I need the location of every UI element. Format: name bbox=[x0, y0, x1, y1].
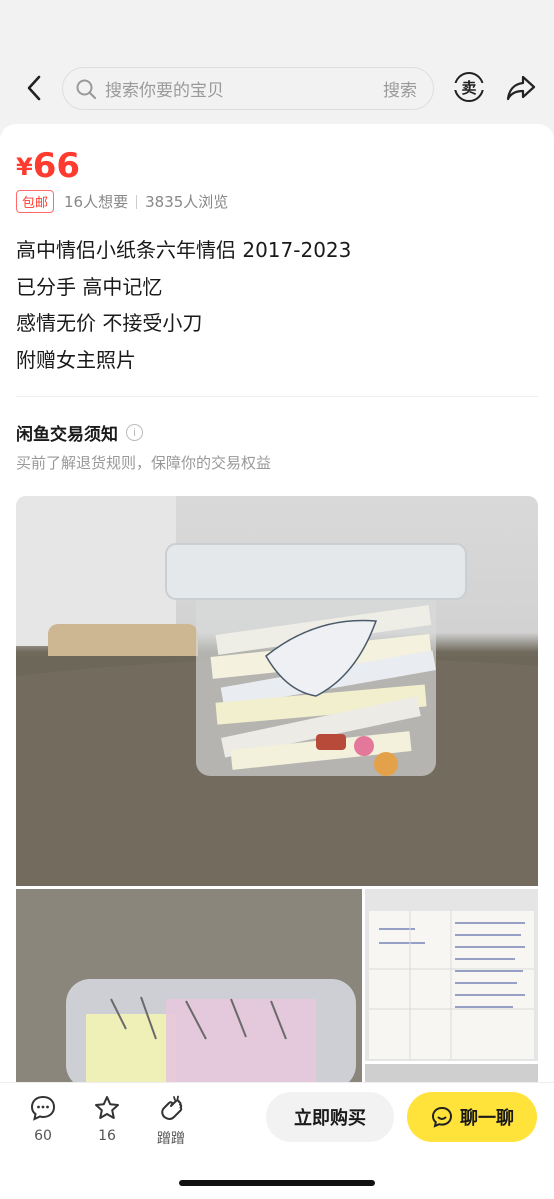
price: ¥66 bbox=[16, 146, 80, 186]
free-shipping-badge: 包邮 bbox=[16, 190, 55, 213]
product-meta: 包邮 16人想要 3835人浏览 bbox=[16, 190, 228, 213]
chevron-left-icon bbox=[27, 75, 41, 101]
description-line: 已分手 高中记忆 bbox=[16, 274, 163, 299]
description-line: 附赠女主照片 bbox=[16, 347, 136, 372]
trade-notice-subtitle: 买前了解退货规则，保障你的交易权益 bbox=[16, 454, 272, 472]
chat-button[interactable]: 聊一聊 bbox=[407, 1092, 537, 1142]
info-icon[interactable]: i bbox=[126, 424, 143, 441]
top-bar: 搜索你要的宝贝 搜索 卖 bbox=[0, 0, 554, 122]
search-icon bbox=[76, 79, 97, 99]
back-button[interactable] bbox=[20, 72, 48, 104]
share-arrow-icon bbox=[506, 75, 536, 101]
description-line: 感情无价 不接受小刀 bbox=[16, 311, 203, 335]
currency-symbol: ¥ bbox=[16, 153, 33, 181]
search-button[interactable]: 搜索 bbox=[383, 76, 417, 101]
search-input[interactable]: 搜索你要的宝贝 bbox=[105, 76, 383, 101]
description-line: 高中情侣小纸条六年情侣 2017-2023 bbox=[16, 238, 352, 262]
trade-notice-label: 闲鱼交易须知 bbox=[16, 425, 118, 445]
wants-count: 16人想要 bbox=[64, 193, 129, 211]
comment-bubble-icon bbox=[30, 1095, 56, 1121]
product-description: 高中情侣小纸条六年情侣 2017-2023 已分手 高中记忆 感情无价 不接受小… bbox=[16, 232, 351, 378]
product-photo-2[interactable] bbox=[16, 889, 362, 1089]
home-indicator bbox=[179, 1180, 375, 1186]
favorite-button[interactable]: 16 bbox=[85, 1094, 129, 1144]
price-value: 66 bbox=[32, 146, 81, 186]
sell-label: 卖 bbox=[461, 78, 477, 97]
trade-notice-title[interactable]: 闲鱼交易须知 i bbox=[16, 420, 143, 445]
search-bar[interactable]: 搜索你要的宝贝 搜索 bbox=[62, 67, 434, 110]
product-photo-3-image bbox=[365, 889, 538, 1061]
views-count: 3835人浏览 bbox=[145, 193, 229, 211]
product-photo-image bbox=[16, 496, 538, 886]
product-photo-2-image bbox=[16, 889, 362, 1089]
nudge-button[interactable]: 蹭蹭 bbox=[149, 1094, 193, 1148]
product-photo-3[interactable] bbox=[365, 889, 538, 1061]
nudge-icon bbox=[161, 1095, 183, 1120]
sell-button[interactable]: 卖 bbox=[453, 72, 485, 102]
chat-label: 聊一聊 bbox=[460, 1108, 514, 1129]
comment-button[interactable]: 60 bbox=[21, 1094, 65, 1144]
nudge-label: 蹭蹭 bbox=[157, 1131, 185, 1147]
chat-bubble-icon bbox=[431, 1106, 453, 1128]
star-icon bbox=[95, 1096, 119, 1119]
share-button[interactable] bbox=[506, 74, 536, 102]
buy-now-button[interactable]: 立即购买 bbox=[266, 1092, 394, 1142]
favorite-count: 16 bbox=[98, 1128, 116, 1144]
product-photo-main[interactable] bbox=[16, 496, 538, 886]
meta-divider bbox=[136, 194, 138, 209]
comment-count: 60 bbox=[34, 1128, 52, 1144]
section-divider bbox=[16, 396, 538, 397]
